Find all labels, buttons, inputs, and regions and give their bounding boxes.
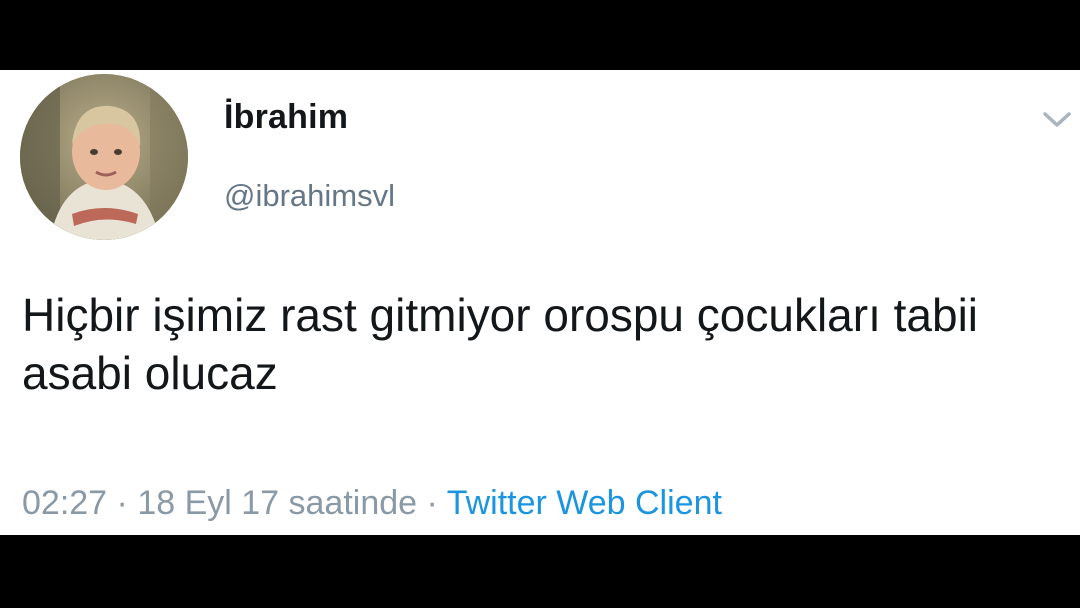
- tweet-metadata: 02:27 · 18 Eyl 17 saatinde · Twitter Web…: [22, 484, 722, 523]
- avatar-photo: [20, 74, 188, 240]
- tweet-text: Hiçbir işimiz rast gitmiyor orospu çocuk…: [22, 289, 979, 399]
- tweet-time[interactable]: 02:27: [22, 484, 107, 522]
- meta-separator: ·: [107, 484, 138, 522]
- tweet-card: İbrahim @ibrahimsvl Hiçbir işimiz rast g…: [0, 70, 1080, 535]
- tweet-source-link[interactable]: Twitter Web Client: [447, 484, 722, 522]
- meta-separator: ·: [417, 484, 447, 522]
- display-name[interactable]: İbrahim: [224, 98, 348, 137]
- username-handle[interactable]: @ibrahimsvl: [224, 178, 395, 214]
- avatar[interactable]: [20, 74, 188, 240]
- tweet-date[interactable]: 18 Eyl 17 saatinde: [137, 484, 417, 522]
- chevron-down-icon[interactable]: [1040, 106, 1074, 132]
- screenshot-frame: İbrahim @ibrahimsvl Hiçbir işimiz rast g…: [0, 0, 1080, 608]
